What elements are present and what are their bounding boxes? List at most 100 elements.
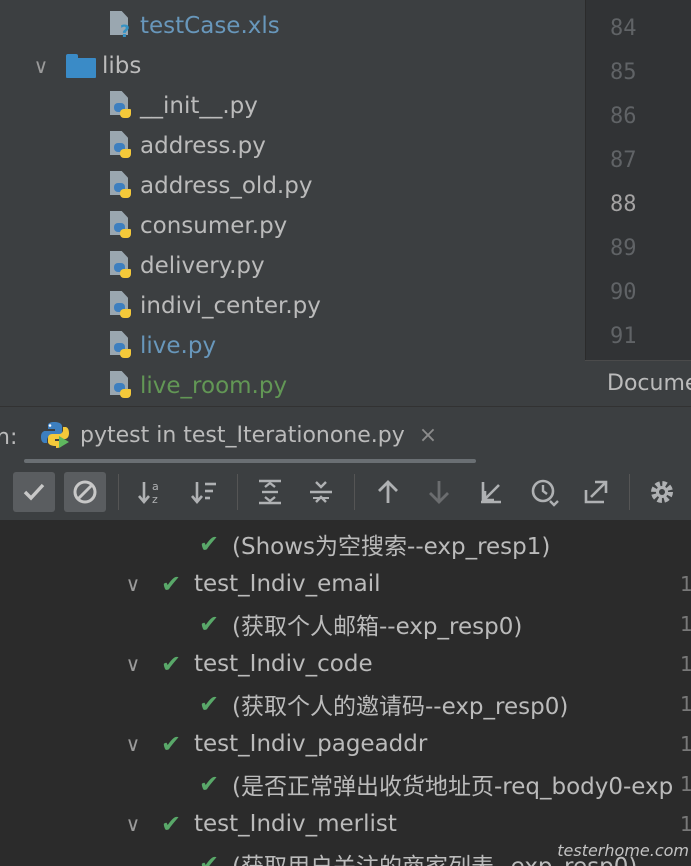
settings-icon[interactable] <box>641 472 683 512</box>
passed-check-icon: ✔ <box>198 530 220 558</box>
test-name: (获取个人邮箱--exp_resp0) <box>232 614 523 640</box>
tree-file[interactable]: __init__.py <box>108 86 258 126</box>
chevron-down-icon[interactable]: ∨ <box>120 652 146 676</box>
test-duration: 1 <box>680 812 691 836</box>
chevron-down-icon[interactable]: ∨ <box>120 732 146 756</box>
python-file-icon <box>108 171 134 201</box>
watermark: testerhome.com <box>557 841 689 860</box>
test-name: (是否正常弹出收货地址页-req_body0-exp <box>232 774 674 800</box>
line-number: 85 <box>610 60 637 85</box>
tree-item-label: delivery.py <box>140 253 265 279</box>
test-case-row[interactable]: ✔ (获取个人的邀请码--exp_resp0) <box>196 684 568 724</box>
tree-item-label: indivi_center.py <box>140 293 321 319</box>
test-case-row[interactable]: ✔ (获取个人邮箱--exp_resp0) <box>196 604 522 644</box>
tree-file[interactable]: delivery.py <box>108 246 265 286</box>
tree-item-label: libs <box>102 53 142 79</box>
test-duration: 1 <box>680 612 691 636</box>
test-name: test_Indiv_pageaddr <box>194 731 428 757</box>
chevron-down-icon[interactable]: ∨ <box>120 572 146 596</box>
project-tree: ? testCase.xls ∨ libs __init__.py address.py a… <box>0 0 585 406</box>
python-file-icon <box>108 291 134 321</box>
run-tab[interactable]: pytest in test_Iterationone.py × <box>40 415 437 455</box>
test-name: (Shows为空搜索--exp_resp1) <box>232 534 551 560</box>
python-file-icon <box>108 371 134 401</box>
line-number: 90 <box>610 280 637 305</box>
line-number: 87 <box>610 148 637 173</box>
chevron-down-icon[interactable]: ∨ <box>28 54 54 78</box>
svg-text:z: z <box>152 493 158 506</box>
line-number: 91 <box>610 324 637 349</box>
tree-file[interactable]: live_room.py <box>108 366 287 406</box>
import-tests-icon[interactable] <box>470 472 512 512</box>
test-name: test_Indiv_merlist <box>194 811 397 837</box>
test-history-icon[interactable] <box>523 472 565 512</box>
test-name: test_Indiv_email <box>194 571 381 597</box>
collapse-all-icon[interactable] <box>300 472 342 512</box>
python-file-icon <box>108 251 134 281</box>
python-file-icon <box>108 91 134 121</box>
run-tab-bar: n: pytest in test_Iterationone.py × <box>0 406 691 465</box>
tree-item-label: __init__.py <box>140 93 258 119</box>
documentation-label: Docume <box>607 371 691 396</box>
line-number: 84 <box>610 16 637 41</box>
expand-all-icon[interactable] <box>249 472 291 512</box>
show-ignored-icon[interactable] <box>64 472 106 512</box>
test-duration: 1 <box>680 572 691 596</box>
passed-check-icon: ✔ <box>198 850 220 866</box>
pytest-icon <box>41 422 69 448</box>
tree-folder-libs[interactable]: ∨ libs <box>28 46 142 86</box>
close-tab-icon[interactable]: × <box>419 423 437 448</box>
show-passed-icon[interactable] <box>13 472 55 512</box>
tree-file[interactable]: ? testCase.xls <box>108 6 280 46</box>
passed-check-icon: ✔ <box>198 690 220 718</box>
run-tab-title: pytest in test_Iterationone.py <box>80 422 405 448</box>
tree-item-label: live.py <box>140 333 217 359</box>
next-failed-icon[interactable] <box>418 472 460 512</box>
passed-check-icon: ✔ <box>160 570 182 598</box>
python-file-icon <box>108 131 134 161</box>
test-duration: 1 <box>680 652 691 676</box>
line-number: 89 <box>610 236 637 261</box>
sort-alphabetically-icon[interactable]: az <box>130 472 172 512</box>
test-case-row[interactable]: ✔ (Shows为空搜索--exp_resp1) <box>196 524 550 564</box>
test-duration: 1 <box>680 692 691 716</box>
tree-item-label: address.py <box>140 133 266 159</box>
chevron-down-icon[interactable]: ∨ <box>120 812 146 836</box>
documentation-bar[interactable]: Docume <box>585 360 691 407</box>
tree-item-label: live_room.py <box>140 373 288 399</box>
export-results-icon[interactable] <box>575 472 617 512</box>
python-file-icon <box>108 331 134 361</box>
passed-check-icon: ✔ <box>160 730 182 758</box>
test-name: (获取个人的邀请码--exp_resp0) <box>232 694 569 720</box>
test-duration: 1 <box>680 732 691 756</box>
tree-item-label: testCase.xls <box>140 13 280 39</box>
passed-check-icon: ✔ <box>198 770 220 798</box>
editor-gutter: 84 85 86 87 88 89 90 91 <box>585 0 691 360</box>
previous-failed-icon[interactable] <box>367 472 409 512</box>
tree-item-label: address_old.py <box>140 173 313 199</box>
tree-file[interactable]: indivi_center.py <box>108 286 321 326</box>
test-function-row[interactable]: ∨ ✔ test_Indiv_merlist <box>120 804 397 844</box>
test-results-tree: ✔ (Shows为空搜索--exp_resp1) ∨ ✔ test_Indiv_emai… <box>0 520 691 866</box>
test-function-row[interactable]: ∨ ✔ test_Indiv_email <box>120 564 381 604</box>
passed-check-icon: ✔ <box>160 650 182 678</box>
folder-icon <box>66 54 96 78</box>
test-function-row[interactable]: ∨ ✔ test_Indiv_pageaddr <box>120 724 428 764</box>
python-file-icon <box>108 211 134 241</box>
active-tab-underline <box>24 459 476 463</box>
run-panel-label: n: <box>0 425 18 450</box>
passed-check-icon: ✔ <box>198 610 220 638</box>
svg-text:a: a <box>152 480 159 493</box>
tree-file[interactable]: live.py <box>108 326 216 366</box>
line-number: 86 <box>610 104 637 129</box>
tree-file[interactable]: consumer.py <box>108 206 287 246</box>
test-name: test_Indiv_code <box>194 651 373 677</box>
test-case-row[interactable]: ✔ (是否正常弹出收货地址页-req_body0-exp <box>196 764 673 804</box>
test-function-row[interactable]: ∨ ✔ test_Indiv_code <box>120 644 373 684</box>
tree-file[interactable]: address.py <box>108 126 266 166</box>
test-duration: 1 <box>680 772 691 796</box>
tree-file[interactable]: address_old.py <box>108 166 312 206</box>
sort-by-duration-icon[interactable] <box>183 472 225 512</box>
line-number: 88 <box>610 192 637 217</box>
test-runner-toolbar: az <box>0 464 691 521</box>
